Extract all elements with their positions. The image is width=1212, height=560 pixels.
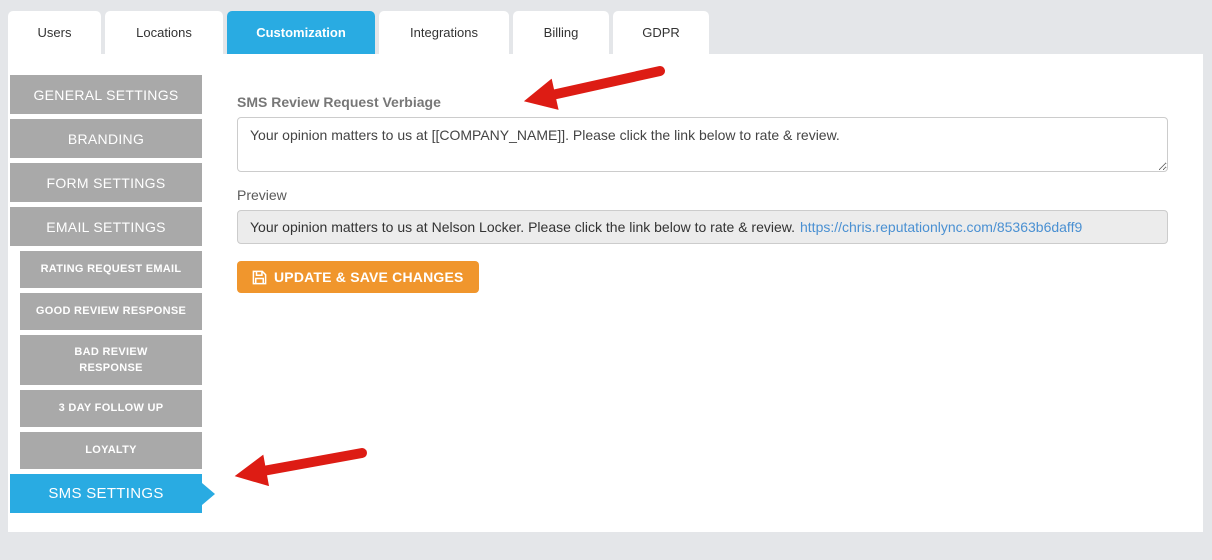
sms-verbiage-textarea[interactable]: Your opinion matters to us at [[COMPANY_… <box>237 117 1168 172</box>
customization-sidebar: GENERAL SETTINGS BRANDING FORM SETTINGS … <box>10 75 202 518</box>
tab-bar: Users Locations Customization Integratio… <box>8 11 709 54</box>
preview-box: Your opinion matters to us at Nelson Loc… <box>237 210 1168 244</box>
tab-locations[interactable]: Locations <box>105 11 223 54</box>
content-panel: GENERAL SETTINGS BRANDING FORM SETTINGS … <box>8 54 1203 532</box>
sidebar-item-general-settings[interactable]: GENERAL SETTINGS <box>10 75 202 114</box>
sidebar-item-branding[interactable]: BRANDING <box>10 119 202 158</box>
tab-gdpr[interactable]: GDPR <box>613 11 709 54</box>
verbiage-label: SMS Review Request Verbiage <box>237 94 441 110</box>
page: Users Locations Customization Integratio… <box>0 0 1212 560</box>
preview-link[interactable]: https://chris.reputationlync.com/85363b6… <box>800 219 1082 235</box>
sidebar-item-bad-review-response[interactable]: BAD REVIEW RESPONSE <box>20 335 202 385</box>
sidebar-item-sms-settings[interactable]: SMS SETTINGS <box>10 474 202 513</box>
tab-billing[interactable]: Billing <box>513 11 609 54</box>
floppy-disk-icon <box>252 270 267 284</box>
sidebar-item-form-settings[interactable]: FORM SETTINGS <box>10 163 202 202</box>
preview-label: Preview <box>237 187 287 203</box>
sidebar-item-email-settings[interactable]: EMAIL SETTINGS <box>10 207 202 246</box>
tab-integrations[interactable]: Integrations <box>379 11 509 54</box>
sidebar-item-rating-request-email[interactable]: RATING REQUEST EMAIL <box>20 251 202 288</box>
tab-customization[interactable]: Customization <box>227 11 375 54</box>
sidebar-item-loyalty[interactable]: LOYALTY <box>20 432 202 469</box>
tab-users[interactable]: Users <box>8 11 101 54</box>
sidebar-item-3-day-follow-up[interactable]: 3 DAY FOLLOW UP <box>20 390 202 427</box>
preview-text: Your opinion matters to us at Nelson Loc… <box>250 219 795 235</box>
update-save-button-label: UPDATE & SAVE CHANGES <box>274 269 464 285</box>
sidebar-item-good-review-response[interactable]: GOOD REVIEW RESPONSE <box>20 293 202 330</box>
update-save-button[interactable]: UPDATE & SAVE CHANGES <box>237 261 479 293</box>
